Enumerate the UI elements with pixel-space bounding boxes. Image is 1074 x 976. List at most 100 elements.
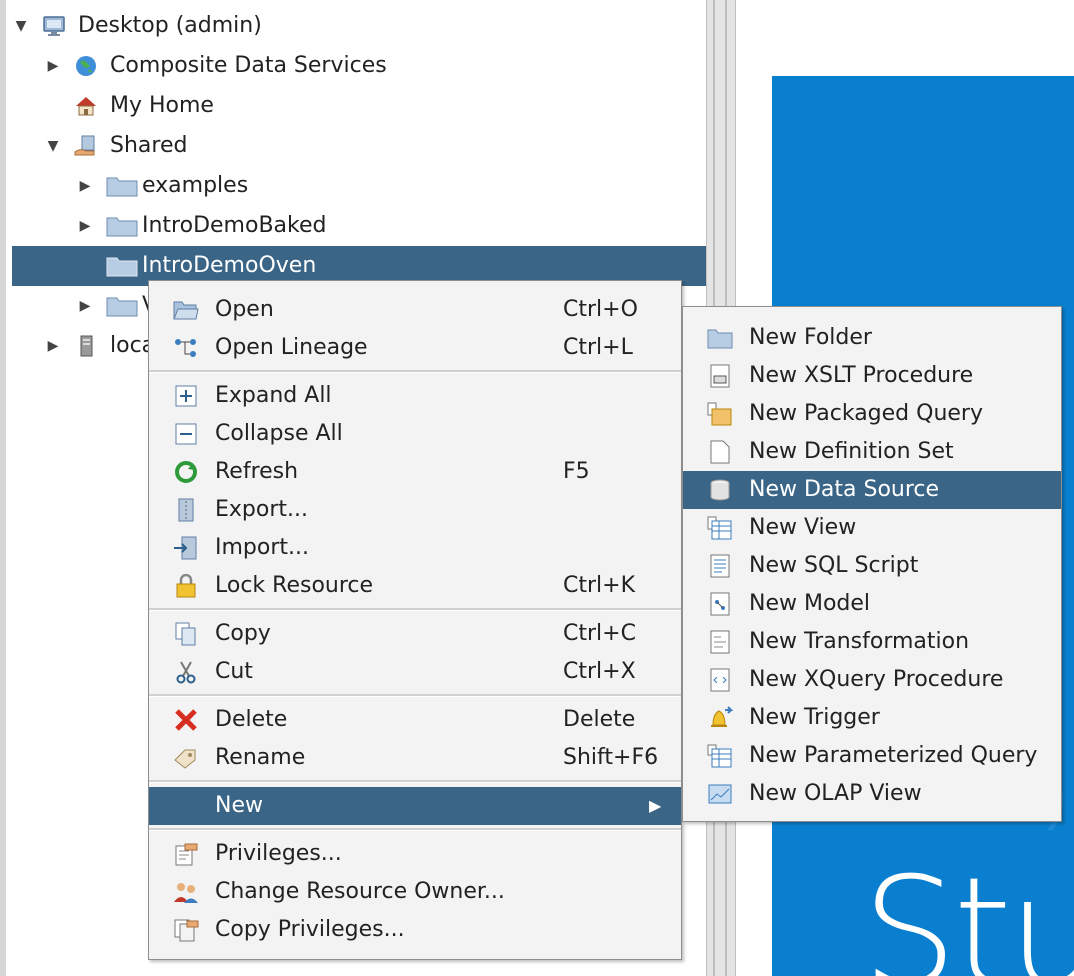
server-icon — [80, 335, 93, 357]
model-icon — [710, 592, 730, 616]
globe-icon — [76, 56, 96, 76]
menu-item-privileges[interactable]: Privileges... — [149, 835, 681, 873]
folder-icon — [106, 257, 138, 277]
menu-item-cut[interactable]: Cut Ctrl+X — [149, 653, 681, 691]
submenu-item-new-definition-set[interactable]: New Definition Set — [683, 433, 1061, 471]
collapsed-triangle-icon[interactable]: ▶ — [46, 46, 60, 86]
lock-icon — [176, 574, 196, 598]
tree-node-label: Desktop (admin) — [78, 13, 262, 38]
collapsed-triangle-icon[interactable]: ▶ — [78, 286, 92, 326]
submenu-item-new-trigger[interactable]: New Trigger — [683, 699, 1061, 737]
folder-icon — [106, 297, 138, 317]
view-icon — [707, 516, 732, 540]
import-icon — [174, 536, 197, 560]
menu-separator — [149, 694, 681, 697]
menu-item-label: New SQL Script — [749, 553, 919, 578]
menu-item-accelerator: F5 — [563, 459, 590, 484]
expand-icon — [175, 385, 197, 407]
refresh-icon — [175, 461, 197, 483]
menu-item-label: Change Resource Owner... — [215, 879, 505, 904]
menu-item-label: Copy Privileges... — [215, 917, 405, 942]
expanded-triangle-icon[interactable]: ▼ — [14, 6, 28, 46]
folder-icon — [106, 177, 138, 197]
submenu-item-new-model[interactable]: New Model — [683, 585, 1061, 623]
packaged-query-icon — [707, 402, 732, 426]
monitor-icon — [43, 16, 65, 36]
xquery-icon — [710, 668, 730, 692]
menu-item-label: Collapse All — [215, 421, 343, 446]
submenu-item-new-data-source[interactable]: New Data Source — [683, 471, 1061, 509]
menu-item-expand-all[interactable]: Expand All — [149, 377, 681, 415]
collapsed-triangle-icon[interactable]: ▶ — [46, 326, 60, 366]
tree-node-introdemobaked[interactable]: ▶ IntroDemoBaked — [6, 206, 706, 246]
menu-item-label: New Data Source — [749, 477, 940, 502]
menu-item-label: New View — [749, 515, 857, 540]
menu-item-label: Open — [215, 297, 274, 322]
submenu-item-new-folder[interactable]: New Folder — [683, 319, 1061, 357]
submenu-item-new-parameterized-query[interactable]: New Parameterized Query — [683, 737, 1061, 775]
menu-item-label: Expand All — [215, 383, 332, 408]
tree-node-composite-data-services[interactable]: ▶ Composite Data Services — [6, 46, 706, 86]
menu-item-copy[interactable]: Copy Ctrl+C — [149, 615, 681, 653]
menu-item-label: New Folder — [749, 325, 872, 350]
menu-item-rename[interactable]: Rename Shift+F6 — [149, 739, 681, 777]
submenu-item-new-xslt-procedure[interactable]: New XSLT Procedure — [683, 357, 1061, 395]
menu-item-lock-resource[interactable]: Lock Resource Ctrl+K — [149, 567, 681, 605]
tree-node-label: examples — [142, 173, 249, 198]
menu-item-refresh[interactable]: Refresh F5 — [149, 453, 681, 491]
tree-node-my-home[interactable]: My Home — [6, 86, 706, 126]
menu-item-label: New XSLT Procedure — [749, 363, 974, 388]
tree-node-label: Shared — [110, 133, 188, 158]
menu-item-open[interactable]: Open Ctrl+O — [149, 291, 681, 329]
menu-item-accelerator: Ctrl+O — [563, 297, 638, 322]
submenu-item-new-transformation[interactable]: New Transformation — [683, 623, 1061, 661]
submenu-item-new-view[interactable]: New View — [683, 509, 1061, 547]
collapsed-triangle-icon[interactable]: ▶ — [78, 206, 92, 246]
submenu-item-new-xquery-procedure[interactable]: New XQuery Procedure — [683, 661, 1061, 699]
menu-item-accelerator: Ctrl+C — [563, 621, 636, 646]
menu-item-copy-privileges[interactable]: Copy Privileges... — [149, 911, 681, 949]
menu-item-export[interactable]: Export... — [149, 491, 681, 529]
tree-node-desktop[interactable]: ▼ Desktop (admin) — [6, 6, 706, 46]
database-icon — [710, 479, 730, 501]
menu-item-accelerator: Delete — [563, 707, 636, 732]
menu-item-new[interactable]: New ▶ — [149, 787, 681, 825]
copy-privileges-icon — [174, 919, 199, 942]
menu-item-label: New — [215, 793, 263, 818]
menu-item-change-resource-owner[interactable]: Change Resource Owner... — [149, 873, 681, 911]
folder-icon — [106, 217, 138, 237]
document-icon — [710, 440, 730, 464]
collapsed-triangle-icon[interactable]: ▶ — [78, 166, 92, 206]
transformation-icon — [710, 630, 730, 654]
export-icon — [178, 498, 194, 522]
menu-item-delete[interactable]: Delete Delete — [149, 701, 681, 739]
submenu-item-new-olap-view[interactable]: New OLAP View — [683, 775, 1061, 813]
menu-item-open-lineage[interactable]: Open Lineage Ctrl+L — [149, 329, 681, 367]
menu-item-label: Copy — [215, 621, 271, 646]
menu-item-label: New OLAP View — [749, 781, 922, 806]
menu-item-label: New Model — [749, 591, 871, 616]
menu-item-label: New Definition Set — [749, 439, 954, 464]
folder-icon — [707, 329, 733, 349]
open-folder-icon — [173, 301, 199, 320]
lineage-icon — [175, 339, 196, 357]
menu-item-label: Import... — [215, 535, 309, 560]
menu-item-accelerator: Ctrl+X — [563, 659, 636, 684]
tree-node-shared[interactable]: ▼ Shared — [6, 126, 706, 166]
menu-separator — [149, 608, 681, 611]
new-submenu: New Folder New XSLT Procedure New Packag… — [682, 306, 1062, 822]
menu-item-accelerator: Shift+F6 — [563, 745, 659, 770]
menu-item-label: New Packaged Query — [749, 401, 983, 426]
privileges-icon — [175, 843, 198, 866]
tag-icon — [174, 749, 196, 769]
menu-item-accelerator: Ctrl+L — [563, 335, 633, 360]
submenu-item-new-packaged-query[interactable]: New Packaged Query — [683, 395, 1061, 433]
menu-item-collapse-all[interactable]: Collapse All — [149, 415, 681, 453]
tree-node-examples[interactable]: ▶ examples — [6, 166, 706, 206]
menu-item-label: Cut — [215, 659, 253, 684]
submenu-item-new-sql-script[interactable]: New SQL Script — [683, 547, 1061, 585]
menu-item-label: New Parameterized Query — [749, 743, 1038, 768]
expanded-triangle-icon[interactable]: ▼ — [46, 126, 60, 166]
context-menu: Open Ctrl+O Open Lineage Ctrl+L Expand A… — [148, 280, 682, 960]
menu-item-import[interactable]: Import... — [149, 529, 681, 567]
